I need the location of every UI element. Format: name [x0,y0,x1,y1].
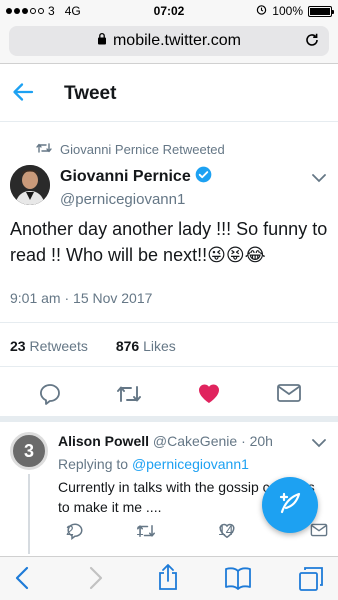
reload-icon[interactable] [303,31,321,54]
alarm-icon [256,4,267,18]
verified-badge-icon [195,166,212,188]
compose-icon [276,489,304,522]
likes-stat[interactable]: 876 Likes [116,338,176,354]
reply-author[interactable]: Alison Powell @CakeGenie · 20h [58,433,273,449]
back-arrow-icon[interactable] [12,82,34,107]
tweet-text: Another day another lady !!! So funny to… [10,216,330,268]
like-count: 14 [218,522,234,538]
reply-author-handle: @CakeGenie [152,433,238,449]
url-field[interactable]: mobile.twitter.com [9,26,329,56]
lock-icon [97,32,107,50]
author-handle: @pernicegiovann1 [60,191,186,208]
reply-count: 2 [66,522,74,538]
browser-toolbar [0,556,338,600]
thread-line [28,474,30,554]
tweet-stats: 23 Retweets 876 Likes [10,338,176,354]
message-icon[interactable] [276,382,302,409]
reply-icon[interactable] [38,382,62,411]
compose-button[interactable] [262,477,318,533]
status-right: 100% [256,4,334,18]
tweet-actions [0,378,338,412]
tweet-author[interactable]: Giovanni Pernice @pernicegiovann1 [60,166,212,208]
retweet-context-label: Giovanni Pernice Retweeted [60,142,225,157]
safari-back-icon[interactable] [14,566,30,595]
battery-icon [308,5,334,17]
tweet-body: Another day another lady !!! So funny to… [10,219,328,265]
chevron-down-icon[interactable] [312,170,326,188]
avatar[interactable] [10,165,50,205]
replying-to-label: Replying to [58,456,129,472]
reply-time: · 20h [241,433,273,449]
browser-address-bar: mobile.twitter.com [0,22,338,64]
bookmarks-icon[interactable] [224,566,252,595]
replying-to: Replying to @pernicegiovann1 [58,456,249,472]
battery-percent: 100% [272,4,303,18]
safari-forward-icon[interactable] [88,566,104,595]
replying-to-handle[interactable]: @pernicegiovann1 [132,456,249,472]
page-title: Tweet [64,83,117,104]
retweets-count: 23 [10,338,26,354]
tweet-emojis: 😜😝😂 [207,245,266,265]
retweets-label: Retweets [29,338,88,354]
retweet-context[interactable]: Giovanni Pernice Retweeted [36,142,225,157]
divider [0,322,338,323]
message-icon[interactable] [310,522,328,538]
chevron-down-icon[interactable] [312,435,326,453]
retweet-icon [36,142,52,157]
share-icon[interactable] [157,563,179,596]
section-separator [0,416,338,422]
reply-author-name: Alison Powell [58,433,150,449]
avatar-label: 3 [23,440,34,461]
tabs-icon[interactable] [298,566,324,597]
retweet-icon[interactable] [116,382,142,411]
retweet-count: 1 [136,522,144,538]
status-bar: 3 4G 07:02 100% [0,0,338,22]
app-header: Tweet [0,64,338,122]
tweet-timestamp: 9:01 am · 15 Nov 2017 [10,290,153,306]
divider [0,366,338,367]
url-text: mobile.twitter.com [112,32,242,49]
author-name: Giovanni Pernice [60,168,191,185]
likes-label: Likes [143,338,176,354]
like-icon[interactable] [197,382,221,409]
retweets-stat[interactable]: 23 Retweets [10,338,88,354]
likes-count: 876 [115,338,140,354]
avatar[interactable]: 3 [10,432,48,470]
